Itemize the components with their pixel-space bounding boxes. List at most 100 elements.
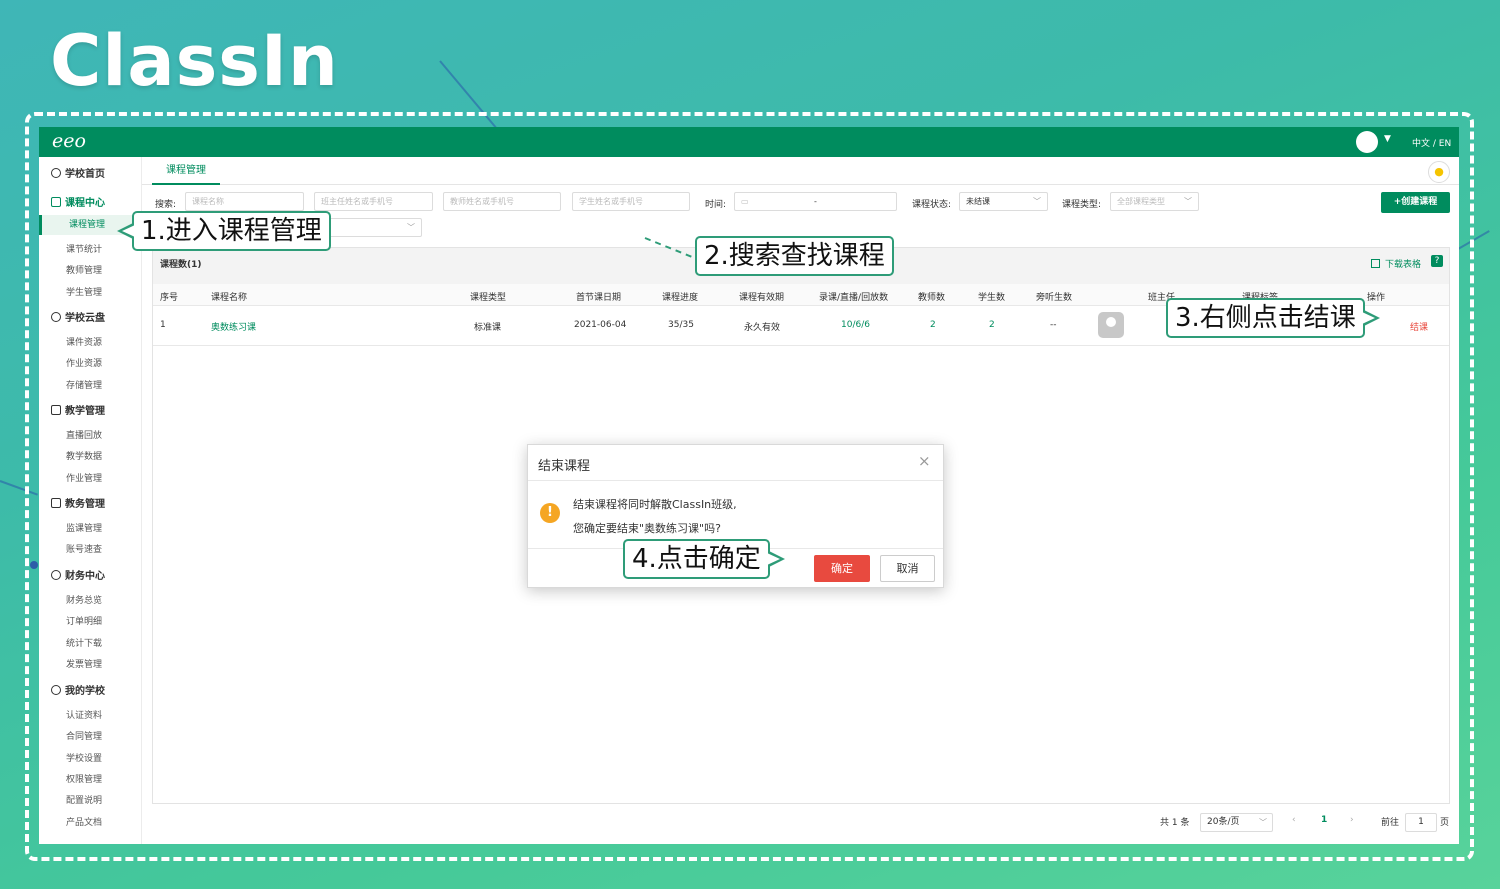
language-switch[interactable]: 中文 / EN bbox=[1412, 136, 1451, 149]
sidebar-section-my-school[interactable]: 我的学校 bbox=[51, 682, 105, 697]
chevron-down-icon: ﹀ bbox=[1184, 197, 1192, 206]
sidebar-item-student-management[interactable]: 学生管理 bbox=[66, 285, 102, 298]
top-bar: eeo ▼ 中文 / EN bbox=[39, 127, 1459, 157]
sidebar-item-lesson-stats[interactable]: 课节统计 bbox=[66, 242, 102, 255]
cell-index: 1 bbox=[160, 320, 166, 330]
calendar-icon bbox=[51, 196, 61, 207]
column-header: 教师数 bbox=[918, 293, 946, 303]
tab-course-management[interactable]: 课程管理 bbox=[152, 157, 220, 185]
page-size-select[interactable]: 20条/页 ﹀ bbox=[1200, 813, 1273, 832]
sidebar-item-stats-download[interactable]: 统计下载 bbox=[66, 636, 102, 649]
total-count: 共 1 条 bbox=[1160, 818, 1190, 828]
tab-bar: 课程管理 ● bbox=[142, 157, 1459, 185]
course-count: 课程数(1) bbox=[160, 260, 202, 270]
sidebar-item-certification[interactable]: 认证资料 bbox=[66, 708, 102, 721]
sidebar-item-class-monitoring[interactable]: 监课管理 bbox=[66, 521, 102, 534]
cell-student-count[interactable]: 2 bbox=[989, 320, 995, 330]
column-header: 课程类型 bbox=[470, 293, 507, 303]
sidebar-section-home[interactable]: 学校首页 bbox=[51, 165, 105, 180]
chevron-down-icon: ﹀ bbox=[1259, 818, 1267, 827]
teacher-input[interactable]: 教师姓名或手机号 bbox=[443, 192, 561, 211]
sidebar-section-course-center[interactable]: 课程中心 bbox=[51, 194, 105, 209]
sidebar-section-academic[interactable]: 教务管理 bbox=[51, 495, 105, 510]
sidebar-section-teaching[interactable]: 教学管理 bbox=[51, 402, 105, 417]
cell-course-type: 标准课 bbox=[474, 323, 502, 333]
cell-teacher-count[interactable]: 2 bbox=[930, 320, 936, 330]
column-header: 课程进度 bbox=[662, 293, 699, 303]
cell-record-live-replay[interactable]: 10/6/6 bbox=[841, 320, 870, 330]
student-input[interactable]: 学生姓名或手机号 bbox=[572, 192, 690, 211]
confirm-button[interactable]: 确定 bbox=[814, 555, 870, 582]
download-table-link[interactable]: 下载表格 bbox=[1371, 257, 1421, 270]
goto-label: 前往 bbox=[1381, 818, 1400, 828]
column-header: 序号 bbox=[160, 293, 179, 303]
time-label: 时间: bbox=[705, 200, 727, 210]
next-page-button[interactable]: › bbox=[1350, 815, 1354, 825]
sidebar-item-teaching-data[interactable]: 教学数据 bbox=[66, 449, 102, 462]
clock-icon bbox=[51, 167, 61, 178]
cell-auditor-count: -- bbox=[1050, 320, 1057, 330]
sidebar-item-finance-overview[interactable]: 财务总览 bbox=[66, 593, 102, 606]
sidebar-item-homework-management[interactable]: 作业管理 bbox=[66, 471, 102, 484]
column-header: 录课/直播/回放数 bbox=[819, 293, 889, 303]
spreadsheet-icon bbox=[1371, 259, 1380, 268]
goto-page-input[interactable]: 1 bbox=[1405, 813, 1437, 832]
column-header: 旁听生数 bbox=[1036, 293, 1073, 303]
cell-course-name[interactable]: 奥数练习课 bbox=[211, 320, 256, 333]
sidebar-item-invoice[interactable]: 发票管理 bbox=[66, 657, 102, 670]
type-select[interactable]: 全部课程类型 ﹀ bbox=[1110, 192, 1199, 211]
warning-icon: ! bbox=[540, 503, 560, 523]
head-teacher-input[interactable]: 班主任姓名或手机号 bbox=[314, 192, 433, 211]
cancel-button[interactable]: 取消 bbox=[880, 555, 935, 582]
gear-icon bbox=[51, 684, 61, 695]
sidebar-item-storage[interactable]: 存储管理 bbox=[66, 378, 102, 391]
sidebar-item-replay[interactable]: 直播回放 bbox=[66, 428, 102, 441]
sidebar-item-permissions[interactable]: 权限管理 bbox=[66, 772, 102, 785]
prev-page-button[interactable]: ‹ bbox=[1292, 815, 1296, 825]
sidebar-item-school-settings[interactable]: 学校设置 bbox=[66, 751, 102, 764]
sidebar-item-config-guide[interactable]: 配置说明 bbox=[66, 793, 102, 806]
sidebar-section-finance[interactable]: 财务中心 bbox=[51, 567, 105, 582]
sidebar-section-cloud[interactable]: 学校云盘 bbox=[51, 309, 105, 324]
callout-step3: 3.右侧点击结课 bbox=[1166, 298, 1380, 338]
lightbulb-icon[interactable]: ● bbox=[1428, 161, 1450, 183]
sidebar-item-courseware[interactable]: 课件资源 bbox=[66, 335, 102, 348]
head-teacher-avatar bbox=[1098, 312, 1124, 338]
sidebar-item-homework-resources[interactable]: 作业资源 bbox=[66, 356, 102, 369]
callout-step4: 4.点击确定 bbox=[623, 539, 785, 579]
sidebar: 学校首页 课程中心 课程管理 课节统计 教师管理 学生管理 学校云盘 课件资源 … bbox=[39, 157, 142, 844]
search-label: 搜索: bbox=[155, 200, 177, 210]
page-suffix: 页 bbox=[1440, 818, 1450, 828]
callout-step1: 1.进入课程管理 bbox=[117, 211, 331, 251]
type-label: 课程类型: bbox=[1062, 200, 1102, 210]
chevron-down-icon[interactable]: ▼ bbox=[1384, 134, 1391, 144]
classin-logo: ClassIn bbox=[50, 20, 339, 102]
sidebar-item-order-details[interactable]: 订单明细 bbox=[66, 614, 102, 627]
close-icon[interactable]: × bbox=[918, 452, 931, 470]
sidebar-item-account-lookup[interactable]: 账号速查 bbox=[66, 542, 102, 555]
user-avatar[interactable] bbox=[1356, 131, 1378, 153]
page-number[interactable]: 1 bbox=[1321, 815, 1327, 825]
cell-progress: 35/35 bbox=[668, 320, 694, 330]
cloud-icon bbox=[51, 311, 61, 322]
create-course-button[interactable]: +创建课程 bbox=[1381, 192, 1450, 213]
grid-icon bbox=[51, 497, 61, 508]
course-name-input[interactable]: 课程名称 bbox=[185, 192, 304, 211]
sidebar-item-teacher-management[interactable]: 教师管理 bbox=[66, 263, 102, 276]
help-icon[interactable]: ? bbox=[1431, 255, 1443, 267]
dialog-message-line1: 结束课程将同时解散ClassIn班级, bbox=[573, 498, 737, 511]
sidebar-item-product-docs[interactable]: 产品文档 bbox=[66, 815, 102, 828]
status-select[interactable]: 未结课 ﹀ bbox=[959, 192, 1048, 211]
column-header: 学生数 bbox=[978, 293, 1006, 303]
extra-filter-select[interactable]: ﹀ bbox=[329, 218, 422, 237]
calendar-icon: ▭ bbox=[741, 197, 749, 206]
column-header: 操作 bbox=[1367, 293, 1386, 303]
date-range-input[interactable]: ▭ - bbox=[734, 192, 897, 211]
cell-validity: 永久有效 bbox=[744, 323, 781, 333]
sidebar-item-contracts[interactable]: 合同管理 bbox=[66, 729, 102, 742]
chevron-down-icon: ﹀ bbox=[407, 223, 415, 232]
end-course-link[interactable]: 结课 bbox=[1410, 320, 1428, 333]
status-label: 课程状态: bbox=[912, 200, 952, 210]
dialog-message-line2: 您确定要结束"奥数练习课"吗? bbox=[573, 522, 721, 535]
chevron-down-icon: ﹀ bbox=[1033, 197, 1041, 206]
